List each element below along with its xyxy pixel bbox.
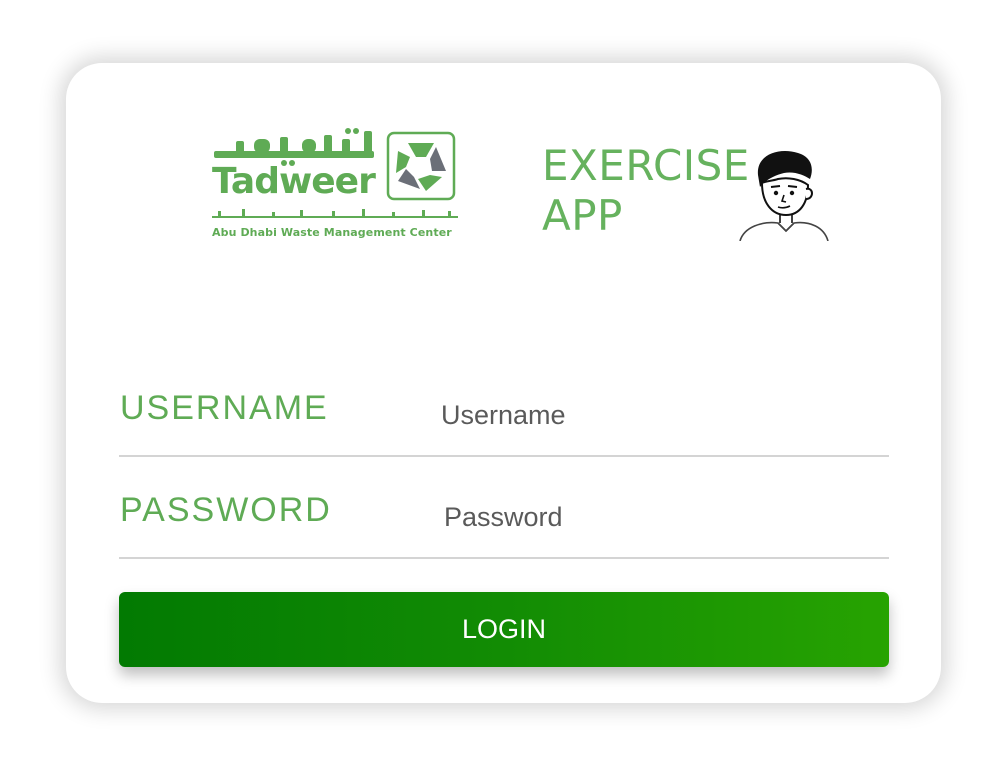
exercise-app-logo: EXERCISE APP <box>542 141 842 241</box>
username-label: USERNAME <box>120 389 329 427</box>
password-input[interactable] <box>440 487 888 547</box>
tadweer-subtitle: Abu Dhabi Waste Management Center <box>212 226 452 239</box>
username-row: USERNAME <box>119 385 889 457</box>
tadweer-logo: Tadweer Abu Dhabi Waste Management Cente… <box>210 125 490 247</box>
tadweer-arabic-subtitle <box>212 209 458 218</box>
recycle-arrows-icon <box>386 131 456 201</box>
person-illustration-icon <box>739 151 829 241</box>
password-label: PASSWORD <box>120 491 332 529</box>
exercise-app-title-line2: APP <box>542 191 623 240</box>
username-input[interactable] <box>437 385 885 445</box>
login-card: Tadweer Abu Dhabi Waste Management Cente… <box>66 63 941 703</box>
exercise-app-title-line1: EXERCISE <box>542 141 750 190</box>
login-button[interactable]: LOGIN <box>119 592 889 667</box>
tadweer-brand-text: Tadweer <box>212 161 376 202</box>
password-row: PASSWORD <box>119 487 889 559</box>
